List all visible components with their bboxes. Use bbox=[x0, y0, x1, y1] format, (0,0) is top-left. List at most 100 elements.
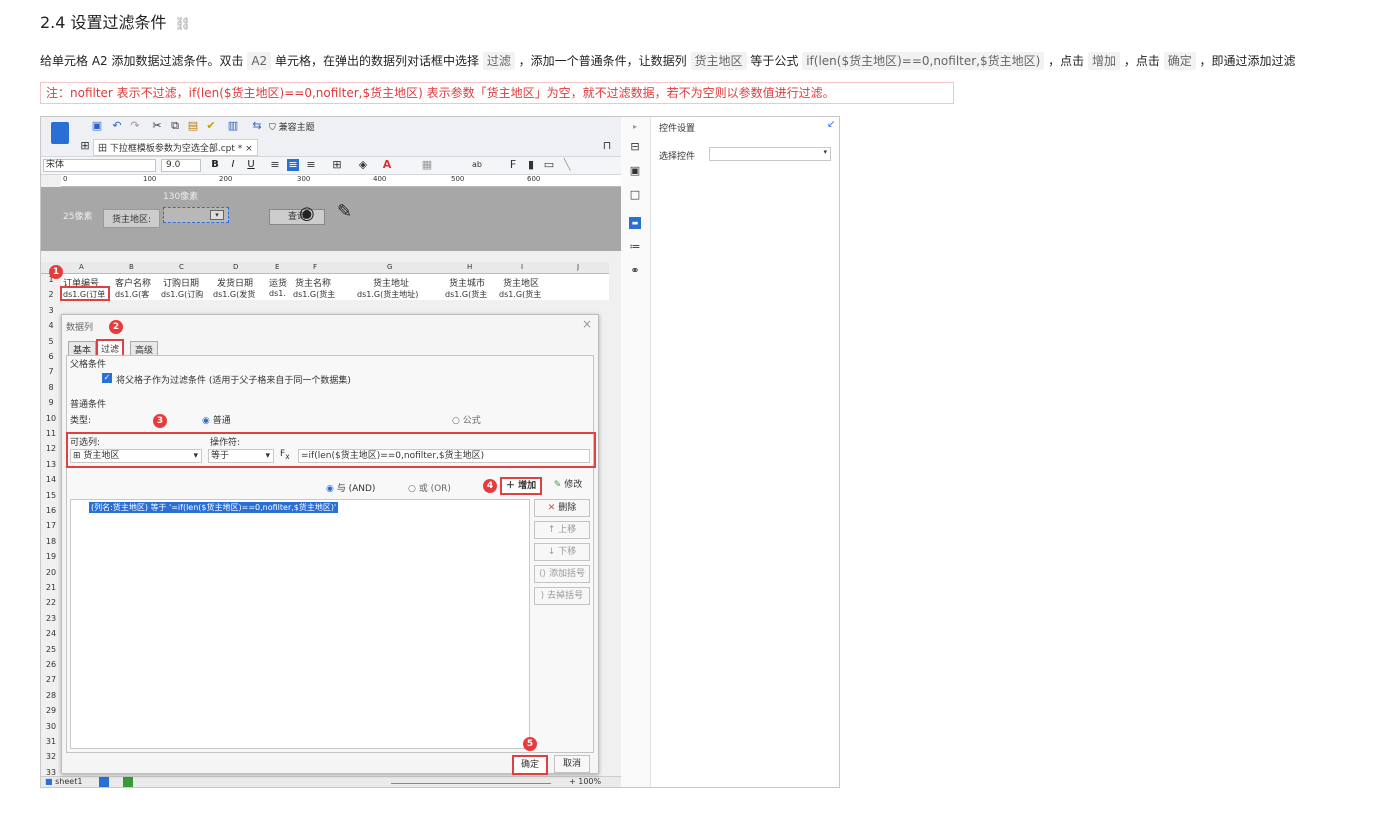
delete-button[interactable]: ✕ 删除 bbox=[534, 499, 590, 517]
condition-icon[interactable]: ≔ bbox=[629, 241, 641, 253]
row-number[interactable]: 15 bbox=[41, 491, 61, 500]
column-select[interactable]: ⊞ 货主地区 ▾ bbox=[70, 449, 202, 463]
close-tab-icon[interactable]: × bbox=[242, 144, 253, 154]
col-header-g[interactable]: G bbox=[387, 263, 392, 271]
row-number[interactable]: 22 bbox=[41, 598, 61, 607]
cell-g1[interactable]: 货主地址 bbox=[373, 276, 409, 289]
mark-icon[interactable]: ⊓ bbox=[601, 140, 613, 152]
col-header-j[interactable]: J bbox=[577, 263, 579, 271]
formula-fx-icon[interactable]: Fx bbox=[280, 449, 290, 461]
row-number[interactable]: 7 bbox=[41, 367, 61, 376]
col-header-c[interactable]: C bbox=[179, 263, 184, 271]
zoom-slider[interactable] bbox=[391, 783, 551, 784]
cell-style-icon[interactable]: ▣ bbox=[629, 165, 641, 177]
row-number[interactable]: 32 bbox=[41, 752, 61, 761]
row-number[interactable]: 9 bbox=[41, 398, 61, 407]
align-left-icon[interactable]: ≡ bbox=[269, 159, 281, 171]
radio-formula[interactable]: ○ 公式 bbox=[452, 413, 481, 426]
row-number[interactable]: 11 bbox=[41, 429, 61, 438]
row-number[interactable]: 26 bbox=[41, 660, 61, 669]
row-number[interactable]: 4 bbox=[41, 321, 61, 330]
col-header-i[interactable]: I bbox=[521, 263, 523, 271]
cell-e1[interactable]: 运货 bbox=[269, 276, 287, 289]
save-icon[interactable]: ▣ bbox=[91, 120, 103, 132]
app-logo-icon[interactable] bbox=[51, 122, 69, 144]
row-number[interactable]: 2 bbox=[41, 290, 61, 299]
font-size-select[interactable]: 9.0 bbox=[161, 159, 201, 172]
add-sheet-icon[interactable] bbox=[99, 777, 109, 787]
insert-chart-icon[interactable]: ▮ bbox=[525, 159, 537, 171]
dialog-close-icon[interactable]: × bbox=[582, 317, 592, 331]
cell-b1[interactable]: 客户名称 bbox=[115, 276, 151, 289]
remove-bracket-button[interactable]: ⟩ 去掉括号 bbox=[534, 587, 590, 605]
insert-formula-icon[interactable]: F bbox=[507, 159, 519, 171]
row-number[interactable]: 18 bbox=[41, 537, 61, 546]
font-color-icon[interactable]: A bbox=[381, 159, 393, 171]
region-label[interactable]: 货主地区: bbox=[103, 209, 161, 228]
row-number[interactable]: 8 bbox=[41, 383, 61, 392]
align-right-icon[interactable]: ≡ bbox=[305, 159, 317, 171]
cell-d1[interactable]: 发货日期 bbox=[217, 276, 253, 289]
cell-b2[interactable]: ds1.G(客 bbox=[115, 289, 155, 300]
ok-button[interactable]: 确定 bbox=[512, 755, 548, 775]
add-bracket-button[interactable]: ⟨⟩ 添加括号 bbox=[534, 565, 590, 583]
dropdown-arrow-icon[interactable]: ▾ bbox=[210, 210, 224, 220]
widget-icon[interactable]: □ bbox=[629, 189, 641, 201]
hyperlink-icon[interactable]: ⚭ bbox=[629, 265, 641, 277]
theme-button[interactable]: ⛉ 兼容主题 bbox=[269, 120, 315, 133]
sheet-tab[interactable]: ■ sheet1 bbox=[45, 777, 82, 786]
undo-icon[interactable]: ↶ bbox=[111, 120, 123, 132]
font-name-select[interactable]: 宋体 bbox=[43, 159, 156, 172]
add-poly-sheet-icon[interactable] bbox=[123, 777, 133, 787]
fill-color-icon[interactable]: ◈ bbox=[357, 159, 369, 171]
cell-c2[interactable]: ds1.G(订购 bbox=[161, 289, 211, 300]
cell-c1[interactable]: 订购日期 bbox=[163, 276, 199, 289]
cell-f2[interactable]: ds1.G(货主 bbox=[293, 289, 345, 300]
insert-image-icon[interactable]: ▭ bbox=[543, 159, 555, 171]
col-header-a[interactable]: A bbox=[79, 263, 84, 271]
row-number[interactable]: 19 bbox=[41, 552, 61, 561]
params-icon[interactable]: ⇆ bbox=[251, 120, 263, 132]
cell-h1[interactable]: 货主城市 bbox=[449, 276, 485, 289]
query-button[interactable]: 查询 bbox=[269, 209, 325, 225]
cell-i1[interactable]: 货主地区 bbox=[503, 276, 539, 289]
move-up-button[interactable]: ↑ 上移 bbox=[534, 521, 590, 539]
layout-icon[interactable]: ⊞ bbox=[79, 140, 91, 152]
radio-or[interactable]: ○ 或 (OR) bbox=[408, 481, 451, 494]
col-header-f[interactable]: F bbox=[313, 263, 317, 271]
cell-i2[interactable]: ds1.G(货主 bbox=[499, 289, 551, 300]
bold-icon[interactable]: B bbox=[209, 159, 221, 171]
cut-icon[interactable]: ✂ bbox=[151, 120, 163, 132]
collapse-arrow-icon[interactable]: ▸ bbox=[629, 121, 641, 133]
cell-attr-icon[interactable]: ⊟ bbox=[629, 141, 641, 153]
copy-icon[interactable]: ⧉ bbox=[169, 120, 181, 132]
row-number[interactable]: 6 bbox=[41, 352, 61, 361]
link-icon[interactable]: ⛓ bbox=[175, 17, 192, 32]
paste-icon[interactable]: ▤ bbox=[187, 120, 199, 132]
radio-and[interactable]: ◉ 与 (AND) bbox=[326, 481, 375, 494]
condition-list[interactable]: (列名:货主地区) 等于 '=if(len($货主地区)==0,nofilter… bbox=[70, 499, 530, 749]
col-header-d[interactable]: D bbox=[233, 263, 238, 271]
merge-icon[interactable]: ▦ bbox=[421, 159, 433, 171]
row-number[interactable]: 13 bbox=[41, 460, 61, 469]
select-control-dropdown[interactable]: ▾ bbox=[709, 147, 831, 161]
row-number[interactable]: 14 bbox=[41, 475, 61, 484]
col-header-b[interactable]: B bbox=[129, 263, 134, 271]
row-number[interactable]: 24 bbox=[41, 629, 61, 638]
row-number[interactable]: 23 bbox=[41, 614, 61, 623]
row-number[interactable]: 20 bbox=[41, 568, 61, 577]
editor-tab[interactable]: 田 下拉框模板参数为空选全部.cpt * × bbox=[93, 139, 258, 156]
formula-input[interactable]: =if(len($货主地区)==0,nofilter,$货主地区) bbox=[298, 449, 590, 463]
italic-icon[interactable]: I bbox=[227, 159, 239, 171]
preview-icon[interactable]: ▥ bbox=[227, 120, 239, 132]
parent-checkbox[interactable]: ✓ bbox=[102, 373, 112, 383]
underline-icon[interactable]: U bbox=[245, 159, 257, 171]
row-number[interactable]: 17 bbox=[41, 521, 61, 530]
row-number[interactable]: 12 bbox=[41, 444, 61, 453]
row-number[interactable]: 21 bbox=[41, 583, 61, 592]
cell-d2[interactable]: ds1.G(发货 bbox=[213, 289, 267, 300]
cell-e2[interactable]: ds1. bbox=[269, 289, 291, 298]
col-header-h[interactable]: H bbox=[467, 263, 472, 271]
region-combo[interactable]: ▾ bbox=[163, 207, 229, 223]
data-column-dialog[interactable]: 数据列 × 基本 过滤 高级 父格条件 ✓ 将父格子作为过滤条件 (适用于父子格… bbox=[61, 314, 599, 775]
